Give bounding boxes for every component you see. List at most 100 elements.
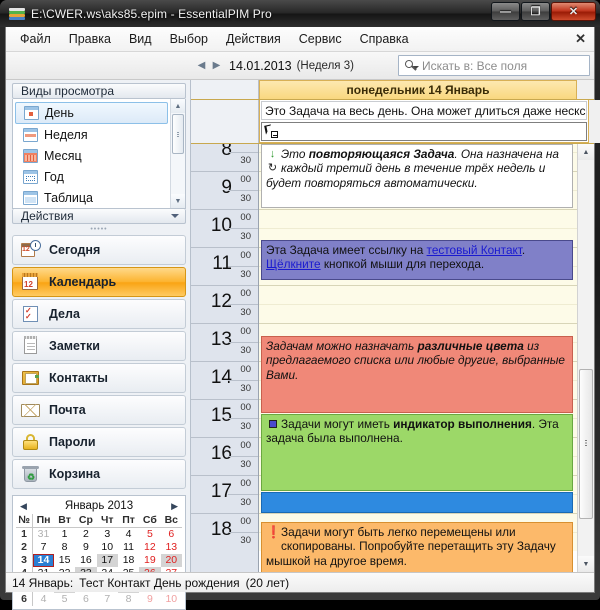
actions-panel-header[interactable]: Действия (12, 209, 186, 224)
mini-calendar-day[interactable]: 7 (97, 593, 118, 606)
mini-calendar-header-6: Сб (139, 514, 160, 528)
appointment-drag-move[interactable]: ❗Задачи могут быть легко перемещены или … (261, 522, 573, 572)
appointment-blue-bar[interactable] (261, 492, 573, 513)
sidebar-item-todo[interactable]: ✓✓ Дела (12, 299, 186, 329)
mini-calendar-day[interactable]: 19 (139, 554, 160, 567)
half-hour-divider (228, 380, 258, 381)
mini-calendar-day[interactable]: 5 (54, 593, 75, 606)
mini-calendar-day[interactable]: 9 (75, 541, 96, 554)
time-slot[interactable] (259, 209, 577, 228)
mini-calendar-day[interactable]: 8 (118, 593, 139, 606)
menu-edit[interactable]: Правка (60, 29, 120, 49)
menu-view[interactable]: Вид (120, 29, 161, 49)
sidebar-view-day[interactable]: День (15, 102, 168, 124)
sidebar-view-year[interactable]: Год (15, 166, 168, 187)
minute-label-30: 30 (240, 421, 251, 432)
mini-calendar-day[interactable]: 11 (118, 541, 139, 554)
calendar-scroll-thumb[interactable] (579, 369, 593, 519)
all-day-scroll-space (589, 100, 600, 143)
mini-calendar-next-button[interactable]: ▶ (171, 501, 178, 512)
minute-label-30: 30 (240, 231, 251, 242)
mini-calendar-day[interactable]: 16 (75, 554, 96, 567)
views-scrollbar[interactable]: ▲ ▼ (170, 99, 185, 208)
all-day-empty-row[interactable] (261, 122, 587, 141)
mini-calendar-day[interactable]: 18 (118, 554, 139, 567)
mini-calendar-day[interactable]: 4 (33, 593, 54, 606)
mini-calendar-day[interactable]: 14 (33, 554, 54, 567)
appointment-completed[interactable]: Задачи могут иметь индикатор выполнения.… (261, 414, 573, 491)
mini-calendar-day[interactable]: 17 (97, 554, 118, 567)
search-input[interactable]: Искать в: Все поля (398, 55, 590, 76)
sidebar-item-recycle-bin[interactable]: ♻ Корзина (12, 459, 186, 489)
sidebar-item-notes[interactable]: Заметки (12, 331, 186, 361)
menu-help[interactable]: Справка (351, 29, 418, 49)
maximize-button[interactable]: ❐ (521, 2, 550, 21)
minimize-button[interactable]: — (491, 2, 520, 21)
mini-calendar-day[interactable]: 1 (54, 528, 75, 541)
time-slots[interactable]: ↓↻Это повторяющаяся Задача. Она назначен… (259, 144, 577, 572)
mini-calendar-day[interactable]: 8 (54, 541, 75, 554)
menu-select[interactable]: Выбор (161, 29, 217, 49)
view-label-table: Таблица (44, 191, 93, 205)
half-hour-divider (228, 418, 258, 419)
calendar-scroll-up-icon[interactable]: ▲ (578, 144, 594, 160)
menubar-close-icon[interactable]: ✕ (575, 31, 586, 47)
appointment-colors[interactable]: Задачам можно назначать различные цвета … (261, 336, 573, 413)
mini-calendar-day[interactable]: 3 (97, 528, 118, 541)
mini-calendar-day[interactable]: 6 (161, 528, 182, 541)
sidebar-item-calendar[interactable]: 12 Календарь (12, 267, 186, 297)
mini-calendar-prev-button[interactable]: ◀ (20, 501, 27, 512)
mini-calendar-day[interactable]: 9 (139, 593, 160, 606)
menu-tools[interactable]: Сервис (290, 29, 351, 49)
views-panel-header[interactable]: Виды просмотра (12, 83, 186, 99)
sidebar-view-table[interactable]: Таблица (15, 187, 168, 208)
views-scroll-up-icon[interactable]: ▲ (171, 99, 185, 113)
sidebar-item-passwords[interactable]: Пароли (12, 427, 186, 457)
appointment-contact-link[interactable]: Эта Задача имеет ссылку на тестовый Конт… (261, 240, 573, 280)
sidebar-item-mail[interactable]: Почта (12, 395, 186, 425)
mini-calendar-day[interactable]: 10 (97, 541, 118, 554)
mini-calendar-day[interactable]: 13 (161, 541, 182, 554)
time-slot[interactable] (259, 304, 577, 323)
mini-calendar-day[interactable]: 7 (33, 541, 54, 554)
mini-calendar-day[interactable]: 2 (75, 528, 96, 541)
lock-icon (20, 432, 42, 452)
search-magnifier-icon[interactable] (403, 59, 419, 73)
notes-icon (20, 336, 42, 356)
sidebar-item-contacts[interactable]: Контакты (12, 363, 186, 393)
views-panel-title: Виды просмотра (21, 84, 114, 98)
hour-cell-8[interactable]: 80030 (191, 144, 258, 171)
mini-calendar-day[interactable]: 31 (33, 528, 54, 541)
chevron-down-icon[interactable] (171, 214, 179, 218)
next-day-button[interactable]: ▶ (210, 58, 223, 74)
sidebar-view-week[interactable]: Неделя (15, 124, 168, 145)
sidebar-view-month[interactable]: Месяц (15, 145, 168, 166)
prev-day-button[interactable]: ◀ (195, 58, 208, 74)
appointment-text: Эта Задача имеет ссылку на тестовый Конт… (266, 243, 525, 271)
mini-calendar-day[interactable]: 10 (161, 593, 182, 606)
calendar-vertical-scrollbar[interactable]: ▲ ▼ (577, 144, 594, 572)
mini-calendar-day[interactable]: 20 (161, 554, 182, 567)
calendar-scroll-down-icon[interactable]: ▼ (578, 556, 594, 572)
recycle-bin-icon: ♻ (20, 464, 42, 484)
mini-calendar-day[interactable]: 6 (75, 593, 96, 606)
menu-file[interactable]: Файл (11, 29, 60, 49)
mini-calendar-day[interactable]: 15 (54, 554, 75, 567)
views-scroll-down-icon[interactable]: ▼ (171, 194, 185, 208)
mini-calendar-day[interactable]: 4 (118, 528, 139, 541)
mini-calendar-day[interactable]: 12 (139, 541, 160, 554)
all-day-event[interactable]: Это Задача на весь день. Она может длить… (261, 101, 587, 120)
menu-actions[interactable]: Действия (217, 29, 290, 49)
appointment-recurring[interactable]: ↓↻Это повторяющаяся Задача. Она назначен… (261, 144, 573, 208)
minute-label-00: 00 (240, 516, 251, 527)
time-slot[interactable] (259, 285, 577, 304)
sidebar-item-today[interactable]: 12 Сегодня (12, 235, 186, 265)
views-scroll-thumb[interactable] (172, 114, 184, 154)
minute-label-30: 30 (240, 307, 251, 318)
mini-calendar-day[interactable]: 5 (139, 528, 160, 541)
hour-label: 17 (211, 482, 232, 501)
half-hour-divider (228, 266, 258, 267)
close-button[interactable]: ✕ (551, 2, 596, 21)
status-bar: 14 Январь: Тест Контакт День рождения (2… (6, 572, 594, 592)
panel-resize-grip[interactable]: ••••• (12, 226, 186, 233)
